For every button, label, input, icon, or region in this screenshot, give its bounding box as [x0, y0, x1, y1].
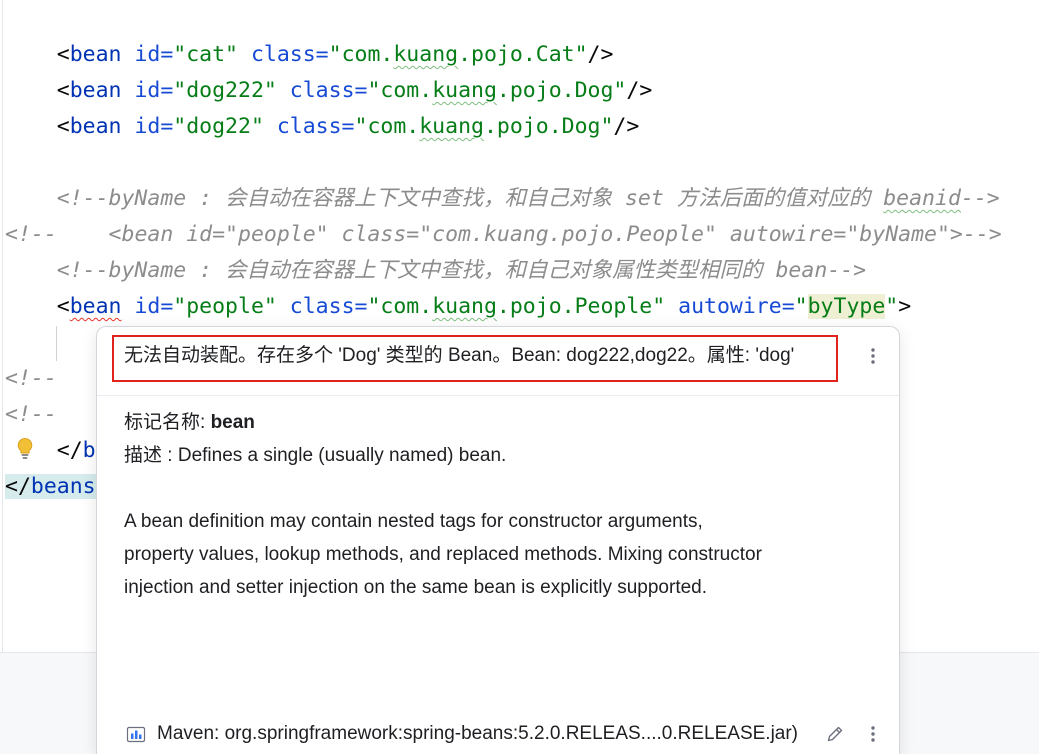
- attribute-value: .pojo.Dog": [483, 114, 614, 139]
- tag-self-close: />: [587, 42, 614, 67]
- library-icon: [125, 723, 147, 745]
- attribute-name: id=: [121, 42, 174, 67]
- code-line-1[interactable]: <bean id="cat" class="com.kuang.pojo.Cat…: [5, 37, 1035, 73]
- misspelled-word: kuang: [419, 114, 484, 139]
- attribute-name: autowire=: [665, 294, 795, 319]
- attribute-value: "people": [173, 294, 277, 319]
- xml-comment: <!--: [5, 366, 57, 391]
- attribute-name: id=: [121, 114, 174, 139]
- attribute-value: "dog22": [173, 114, 264, 139]
- misspelled-word: kuang: [432, 294, 497, 319]
- inspection-message-text: 无法自动装配。存在多个 'Dog' 类型的 Bean。Bean: dog222,…: [124, 345, 795, 366]
- editor-gutter-border: [2, 0, 3, 652]
- code-line-3[interactable]: <bean id="dog22" class="com.kuang.pojo.D…: [5, 109, 1035, 145]
- tag-name: bean: [69, 114, 122, 139]
- tag-name: bean: [69, 78, 122, 103]
- more-vertical-icon[interactable]: [863, 346, 883, 366]
- attribute-value: "com.: [367, 294, 433, 319]
- details-line: injection and setter injection on the sa…: [124, 577, 708, 598]
- attribute-quote: ": [794, 294, 808, 319]
- documentation-footer: Maven: org.springframework:spring-beans:…: [97, 722, 899, 746]
- tag-self-close: />: [613, 114, 640, 139]
- xml-comment: <!--byName : 会自动在容器上下文中查找，和自己对象属性类型相同的 b…: [56, 258, 867, 283]
- xml-comment: <!--byName : 会自动在容器上下文中查找，和自己对象 set 方法后面…: [56, 186, 884, 211]
- attribute-name: id=: [121, 78, 174, 103]
- tag-bracket: <: [56, 42, 70, 67]
- description-label: 描述 :: [124, 445, 178, 466]
- attribute-name: class=: [276, 78, 368, 103]
- error-tag-name[interactable]: bean: [70, 294, 122, 319]
- attribute-name: id=: [121, 294, 174, 319]
- code-line-4[interactable]: [5, 145, 1035, 181]
- commented-out-bean: <!-- <bean id="people" class="com.kuang.…: [5, 222, 1002, 247]
- highlighted-autowire-value: byType: [807, 294, 886, 319]
- code-line-8[interactable]: <bean id="people" class="com.kuang.pojo.…: [5, 289, 1035, 325]
- inspection-message: 无法自动装配。存在多个 'Dog' 类型的 Bean。Bean: dog222,…: [112, 335, 838, 382]
- closing-tag-bracket: </: [56, 438, 83, 463]
- code-line-7[interactable]: <!--byName : 会自动在容器上下文中查找，和自己对象属性类型相同的 b…: [5, 253, 1035, 289]
- matched-tag-name: beans: [30, 474, 96, 499]
- tag-name: b: [82, 438, 96, 463]
- attribute-value: "cat": [173, 42, 239, 67]
- misspelled-word: kuang: [393, 42, 459, 67]
- attribute-name: class=: [276, 294, 368, 319]
- attribute-value: "com.: [367, 78, 433, 103]
- library-source: Maven: org.springframework:spring-beans:…: [157, 723, 799, 744]
- documentation-body: 标记名称: bean 描述 : Defines a single (usuall…: [124, 406, 874, 604]
- description-value: Defines a single (usually named) bean.: [177, 445, 507, 466]
- tag-bracket: <: [56, 114, 70, 139]
- code-line-5[interactable]: <!--byName : 会自动在容器上下文中查找，和自己对象 set 方法后面…: [5, 181, 1035, 217]
- xml-comment: <!--: [5, 402, 57, 427]
- attribute-value: .pojo.Dog": [496, 78, 627, 103]
- code-line-2[interactable]: <bean id="dog222" class="com.kuang.pojo.…: [5, 73, 1035, 109]
- tag-name-value: bean: [210, 412, 255, 433]
- attribute-name: class=: [238, 42, 329, 67]
- tag-bracket: >: [898, 294, 912, 319]
- code-line-6[interactable]: <!-- <bean id="people" class="com.kuang.…: [5, 217, 1035, 253]
- attribute-value: "com.: [328, 42, 394, 67]
- tag-bracket: <: [56, 294, 70, 319]
- popup-separator: [97, 395, 899, 396]
- tag-name: bean: [69, 42, 122, 67]
- attribute-value: .pojo.Cat": [458, 42, 588, 67]
- indent-guide: [56, 326, 57, 361]
- details-line: property values, lookup methods, and rep…: [124, 544, 762, 565]
- quick-documentation-popup: 无法自动装配。存在多个 'Dog' 类型的 Bean。Bean: dog222,…: [96, 326, 900, 754]
- more-vertical-icon[interactable]: [863, 724, 883, 744]
- closing-tag-bracket: </: [5, 474, 31, 499]
- attribute-quote: ": [885, 294, 899, 319]
- blank-row: [124, 472, 874, 505]
- attribute-value: "com.: [354, 114, 420, 139]
- lightbulb-icon[interactable]: [16, 437, 34, 461]
- attribute-value: .pojo.People": [496, 294, 666, 319]
- misspelled-word: beanid: [883, 186, 961, 211]
- description-row: 描述 : Defines a single (usually named) be…: [124, 439, 874, 472]
- xml-comment-end: -->: [960, 186, 1000, 211]
- tag-name-row: 标记名称: bean: [124, 406, 874, 439]
- tag-self-close: />: [626, 78, 653, 103]
- pencil-icon[interactable]: [825, 724, 845, 744]
- misspelled-word: kuang: [432, 78, 497, 103]
- tag-bracket: <: [56, 78, 70, 103]
- details-line: A bean definition may contain nested tag…: [124, 511, 703, 532]
- attribute-name: class=: [263, 114, 355, 139]
- attribute-value: "dog222": [173, 78, 277, 103]
- tag-name-label: 标记名称:: [124, 412, 211, 433]
